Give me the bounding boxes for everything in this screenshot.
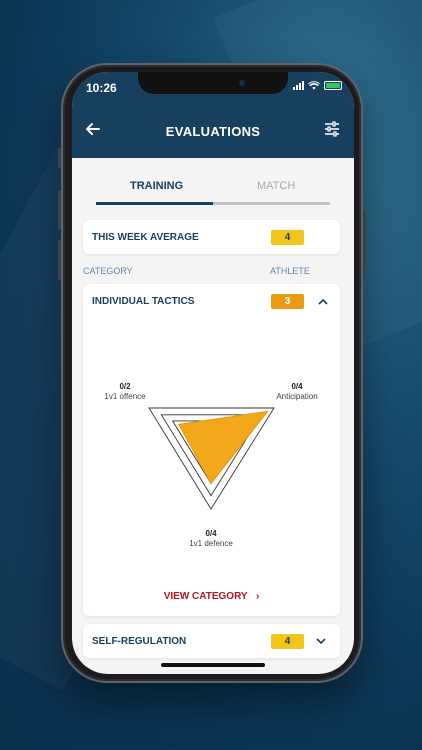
radar-score: 0/4 [291, 382, 303, 391]
tab-match[interactable]: MATCH [257, 180, 295, 192]
tab-indicator-active [96, 202, 213, 205]
page-title: EVALUATIONS [165, 124, 261, 139]
radar-label: Anticipation [276, 392, 318, 401]
radar-axis-anticipation: 0/4 Anticipation [260, 382, 334, 402]
home-indicator [161, 663, 265, 667]
phone-button [58, 148, 61, 168]
wifi-icon [308, 81, 320, 90]
radar-label: 1v1 defence [189, 539, 233, 548]
battery-icon [324, 81, 342, 90]
radar-chart [148, 407, 275, 510]
tab-training[interactable]: TRAINING [130, 180, 183, 192]
radar-axis-1v1-defence: 0/4 1v1 defence [176, 529, 246, 549]
category-card-individual-tactics: INDIVIDUAL TACTICS 3 0/2 1v1 offence 0/4 A… [83, 284, 340, 616]
view-category-label: VIEW CATEGORY [163, 591, 248, 602]
status-icons [293, 81, 342, 90]
chevron-down-icon[interactable] [316, 637, 326, 645]
week-average-card: THIS WEEK AVERAGE 4 [83, 220, 340, 254]
tab-bar: TRAINING MATCH [96, 180, 330, 208]
radar-axis-1v1-offence: 0/2 1v1 offence [91, 382, 159, 402]
radar-score: 0/2 [119, 382, 131, 391]
radar-value-area [177, 410, 269, 485]
notch [138, 72, 288, 94]
sliders-icon[interactable] [324, 121, 340, 137]
status-time: 10:26 [86, 81, 117, 95]
category-score-badge: 4 [271, 634, 304, 649]
view-category-link[interactable]: VIEW CATEGORY › [83, 591, 340, 602]
radar-label: 1v1 offence [104, 392, 146, 401]
signal-icon [293, 81, 304, 90]
phone-button [58, 190, 61, 230]
app-header: 10:26 EVALUATIONS [72, 72, 354, 158]
athlete-column-header: ATHLETE [270, 266, 310, 276]
category-column-header: CATEGORY [83, 266, 133, 276]
phone-button [363, 210, 366, 274]
category-card-self-regulation[interactable]: SELF-REGULATION 4 [83, 624, 340, 658]
camera-icon [239, 80, 245, 86]
category-name: SELF-REGULATION [92, 636, 187, 647]
chevron-right-icon: › [255, 591, 260, 602]
app-screen: 10:26 EVALUATIONS TRAINING MATCH THIS WE… [72, 72, 354, 674]
week-average-label: THIS WEEK AVERAGE [92, 232, 199, 243]
phone-button [58, 240, 61, 280]
week-average-badge: 4 [271, 230, 304, 245]
radar-score: 0/4 [205, 529, 217, 538]
